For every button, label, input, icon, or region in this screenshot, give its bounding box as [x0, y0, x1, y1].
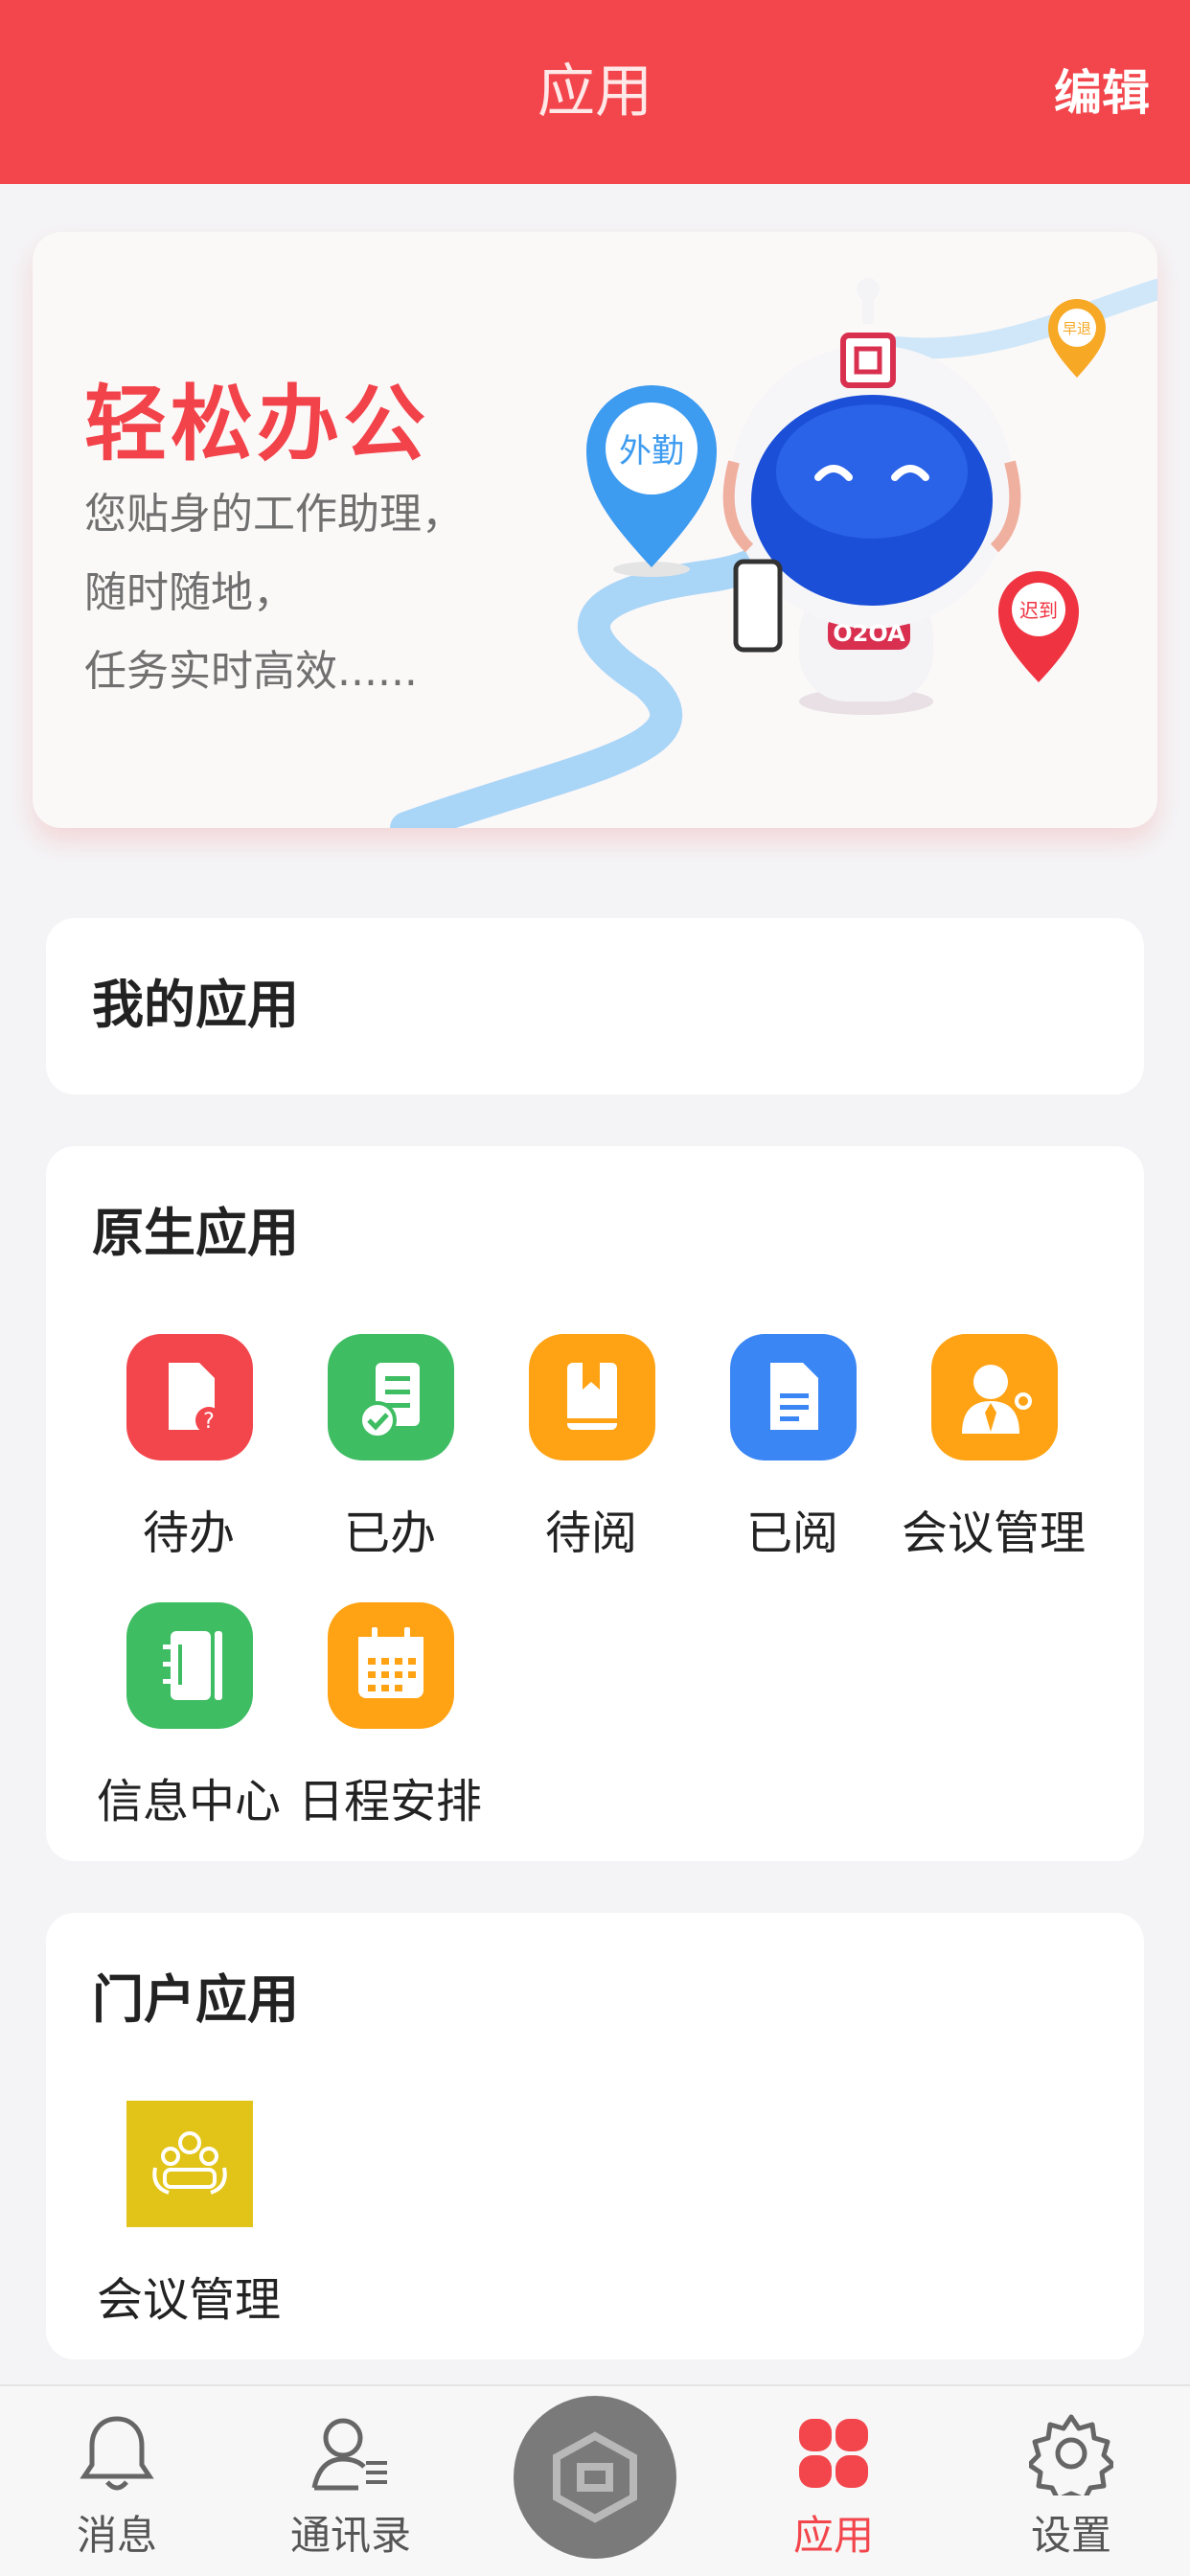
o2-home-icon — [553, 2431, 637, 2523]
app-to-read[interactable]: 待阅 — [491, 1334, 692, 1564]
native-apps-title: 原生应用 — [92, 1203, 299, 1263]
tab-label: 设置 — [1030, 2512, 1111, 2559]
info-center-icon — [126, 1602, 253, 1729]
early-leave-pin-icon — [1048, 299, 1106, 378]
pin-late-text: 迟到 — [1019, 599, 1058, 622]
tab-messages[interactable]: 消息 — [21, 2411, 213, 2564]
banner-line-1: 您贴身的工作助理， — [84, 490, 464, 539]
top-bar: 应用 编辑 — [0, 0, 1190, 184]
page-title: 应用 — [538, 58, 652, 126]
calendar-icon — [328, 1602, 454, 1729]
banner-line-3: 任务实时高效...... — [84, 647, 418, 696]
app-read[interactable]: 已阅 — [692, 1334, 893, 1564]
banner-line-2: 随时随地， — [84, 568, 295, 617]
my-apps-title: 我的应用 — [92, 975, 299, 1035]
bell-icon — [80, 2416, 154, 2491]
pin-early-text: 早退 — [1063, 320, 1091, 337]
outwork-pin-icon — [586, 385, 717, 577]
todo-icon: ? — [126, 1334, 253, 1460]
tab-label: 应用 — [792, 2512, 874, 2559]
app-done[interactable]: 已办 — [289, 1334, 491, 1564]
app-label: 会议管理 — [96, 2273, 281, 2327]
pin-outwork-text: 外勤 — [619, 432, 684, 471]
banner-slogan: 轻松办公 — [84, 377, 429, 472]
app-label: 会议管理 — [901, 1506, 1086, 1560]
to-read-icon — [529, 1334, 655, 1460]
gear-icon — [1029, 2414, 1113, 2496]
apps-icon — [799, 2419, 868, 2488]
app-meeting[interactable]: 会议管理 — [893, 1334, 1094, 1564]
svg-text:?: ? — [203, 1410, 215, 1434]
tab-home-center[interactable] — [514, 2396, 676, 2559]
tab-contacts[interactable]: 通讯录 — [255, 2411, 446, 2564]
portal-app-meeting[interactable]: 会议管理 — [88, 2101, 289, 2331]
robot-badge-text: O2OA — [833, 620, 905, 647]
tab-label: 消息 — [76, 2512, 157, 2559]
contacts-icon — [311, 2418, 387, 2491]
portal-apps-card: 门户应用 会议管理 — [46, 1913, 1144, 2359]
app-calendar[interactable]: 日程安排 — [289, 1602, 491, 1832]
read-icon — [730, 1334, 857, 1460]
edit-button[interactable]: 编辑 — [1054, 59, 1150, 126]
promo-banner[interactable]: 外勤 早退 迟到 O2OA 轻松办公 您贴身的工作助理， 随时随地， 任务实时高… — [33, 232, 1157, 828]
native-apps-card: 原生应用 ? 待办 已办 待阅 已阅 会议管理 信息中心 日程安排 — [46, 1146, 1144, 1861]
portal-meeting-icon — [126, 2101, 253, 2227]
late-pin-icon — [998, 571, 1079, 682]
tab-settings[interactable]: 设置 — [975, 2411, 1167, 2564]
done-icon — [328, 1334, 454, 1460]
app-label: 日程安排 — [297, 1775, 482, 1828]
tab-apps[interactable]: 应用 — [738, 2411, 929, 2564]
app-todo[interactable]: ? 待办 — [88, 1334, 289, 1564]
app-info-center[interactable]: 信息中心 — [88, 1602, 289, 1832]
tab-label: 通讯录 — [289, 2512, 411, 2559]
my-apps-card: 我的应用 — [46, 918, 1144, 1094]
bottom-tab-bar: 消息 通讯录 应用 设置 — [0, 2384, 1190, 2576]
meeting-icon — [931, 1334, 1058, 1460]
portal-apps-title: 门户应用 — [92, 1969, 299, 2030]
